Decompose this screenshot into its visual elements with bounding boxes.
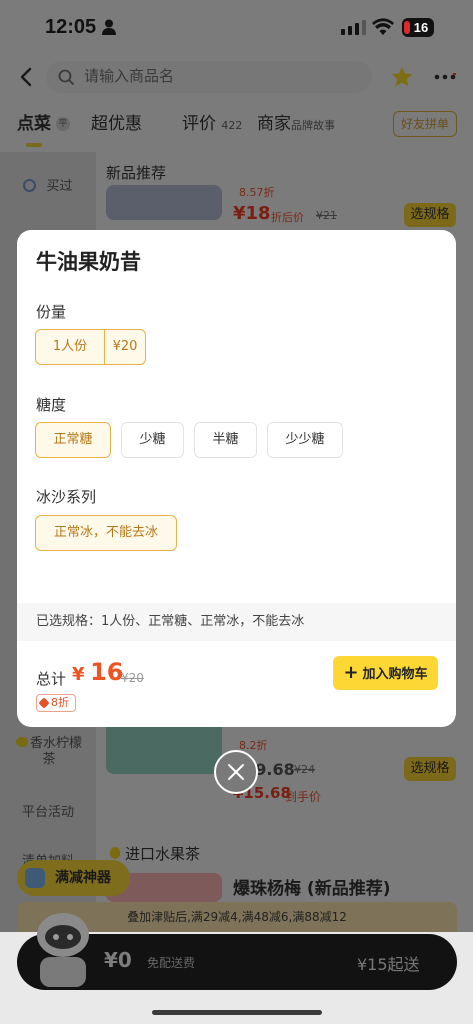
- close-button[interactable]: [214, 750, 258, 794]
- total-price: ¥ 16: [72, 658, 124, 686]
- section-title: 新品推荐: [106, 164, 167, 182]
- product-image: [106, 185, 222, 220]
- total-currency: ¥: [72, 664, 85, 685]
- signal-icon: [341, 20, 366, 35]
- sidebar-item-bought[interactable]: 买过: [0, 175, 96, 194]
- sidebar-item-label: 香水柠檬茶: [29, 736, 82, 767]
- tab-deals[interactable]: 超优惠: [91, 113, 142, 135]
- group-label-ice: 冰沙系列: [36, 488, 97, 506]
- option-less-sugar[interactable]: 少糖: [121, 422, 184, 458]
- tab-reviews-label: 评价: [182, 114, 216, 134]
- sidebar-item-platform[interactable]: 平台活动: [0, 801, 96, 820]
- hand-price-label: 到手价: [285, 790, 322, 804]
- tab-reviews[interactable]: 评价 422: [182, 113, 242, 137]
- add-to-cart-button[interactable]: + 加入购物车: [333, 656, 438, 690]
- cart-total: ¥0: [104, 948, 132, 972]
- battery-icon: 16: [402, 18, 434, 37]
- option-little-sugar[interactable]: 少少糖: [267, 422, 343, 458]
- option-normal-ice[interactable]: 正常冰，不能去冰: [35, 515, 177, 551]
- pick-spec-button[interactable]: 选规格: [404, 203, 456, 227]
- product-price: ¥18: [233, 203, 271, 224]
- portion-option[interactable]: 1人份 ¥20: [35, 329, 146, 365]
- robot-icon: [25, 868, 45, 888]
- product-orig-price: ¥21: [316, 209, 337, 222]
- star-icon[interactable]: [390, 65, 414, 89]
- option-normal-sugar[interactable]: 正常糖: [35, 422, 111, 458]
- portion-price: ¥20: [112, 339, 138, 354]
- chevron-left-icon[interactable]: [18, 67, 36, 87]
- lemon-icon: [110, 847, 120, 859]
- plus-icon: +: [343, 662, 359, 683]
- person-icon: [102, 19, 116, 35]
- home-indicator: [152, 1010, 322, 1015]
- clock-icon: [23, 179, 37, 192]
- wifi-icon: [372, 18, 394, 35]
- original-price: ¥20: [121, 671, 144, 685]
- discount-badge: 8折: [36, 694, 76, 712]
- modal-title: 牛油果奶昔: [36, 250, 141, 274]
- option-half-sugar[interactable]: 半糖: [194, 422, 257, 458]
- product-image: [106, 726, 222, 774]
- review-count: 422: [221, 119, 243, 132]
- delivery-fee: 免配送费: [147, 956, 196, 970]
- status-time: 12:05: [45, 16, 97, 38]
- selected-value: 1人份、正常糖、正常冰，不能去冰: [101, 614, 305, 629]
- search-icon: [58, 69, 74, 85]
- mascot-icon: [30, 905, 96, 989]
- tab-merchant[interactable]: 商家品牌故事: [257, 113, 335, 137]
- search-placeholder: 请输入商品名: [84, 67, 175, 85]
- sidebar-item-label: 买过: [46, 179, 73, 194]
- product-orig-price: ¥24: [294, 763, 315, 776]
- portion-label: 1人份: [52, 339, 88, 354]
- selected-label: 已选规格：: [36, 614, 102, 629]
- group-label-sweetness: 糖度: [36, 396, 67, 414]
- add-to-cart-label: 加入购物车: [362, 667, 428, 682]
- section-title-label: 进口水果茶: [125, 845, 201, 863]
- selected-specs: 已选规格：1人份、正常糖、正常冰，不能去冰: [17, 603, 456, 641]
- mascot-graphic: [37, 913, 89, 987]
- sidebar-item-lemon-tea[interactable]: 香水柠檬茶: [14, 736, 84, 768]
- total-amount: 16: [90, 658, 124, 686]
- section-title: 进口水果茶: [110, 843, 200, 864]
- min-order: ¥15起送: [357, 955, 420, 974]
- friend-group-button[interactable]: 好友拼单: [393, 111, 457, 137]
- product-discount: 8.57折: [239, 186, 275, 199]
- spec-modal: 牛油果奶昔 份量 1人份 ¥20 糖度 正常糖 少糖 半糖 少少糖 冰沙系列 正…: [17, 230, 456, 727]
- discount-tool-label: 满减神器: [55, 870, 111, 886]
- group-label-portion: 份量: [36, 303, 67, 321]
- tab-merchant-sub: 品牌故事: [291, 119, 335, 132]
- discount-text: 8折: [51, 696, 69, 709]
- price-tag: 折后价: [271, 211, 304, 224]
- more-icon[interactable]: [434, 73, 456, 81]
- tag-icon: [38, 697, 50, 709]
- product-name: 爆珠杨梅 (新品推荐): [233, 879, 391, 899]
- lemon-icon: [15, 737, 28, 747]
- discount-tool-button[interactable]: 满减神器: [17, 860, 130, 896]
- total-label: 总计: [36, 670, 67, 688]
- tab-underline: [26, 143, 42, 147]
- tab-merchant-label: 商家: [257, 114, 291, 134]
- battery-level: 16: [413, 20, 429, 35]
- pick-spec-button[interactable]: 选规格: [404, 757, 456, 781]
- tab-order[interactable]: 点菜: [17, 113, 51, 135]
- close-icon: [228, 764, 244, 780]
- tab-badge: 平: [56, 117, 70, 131]
